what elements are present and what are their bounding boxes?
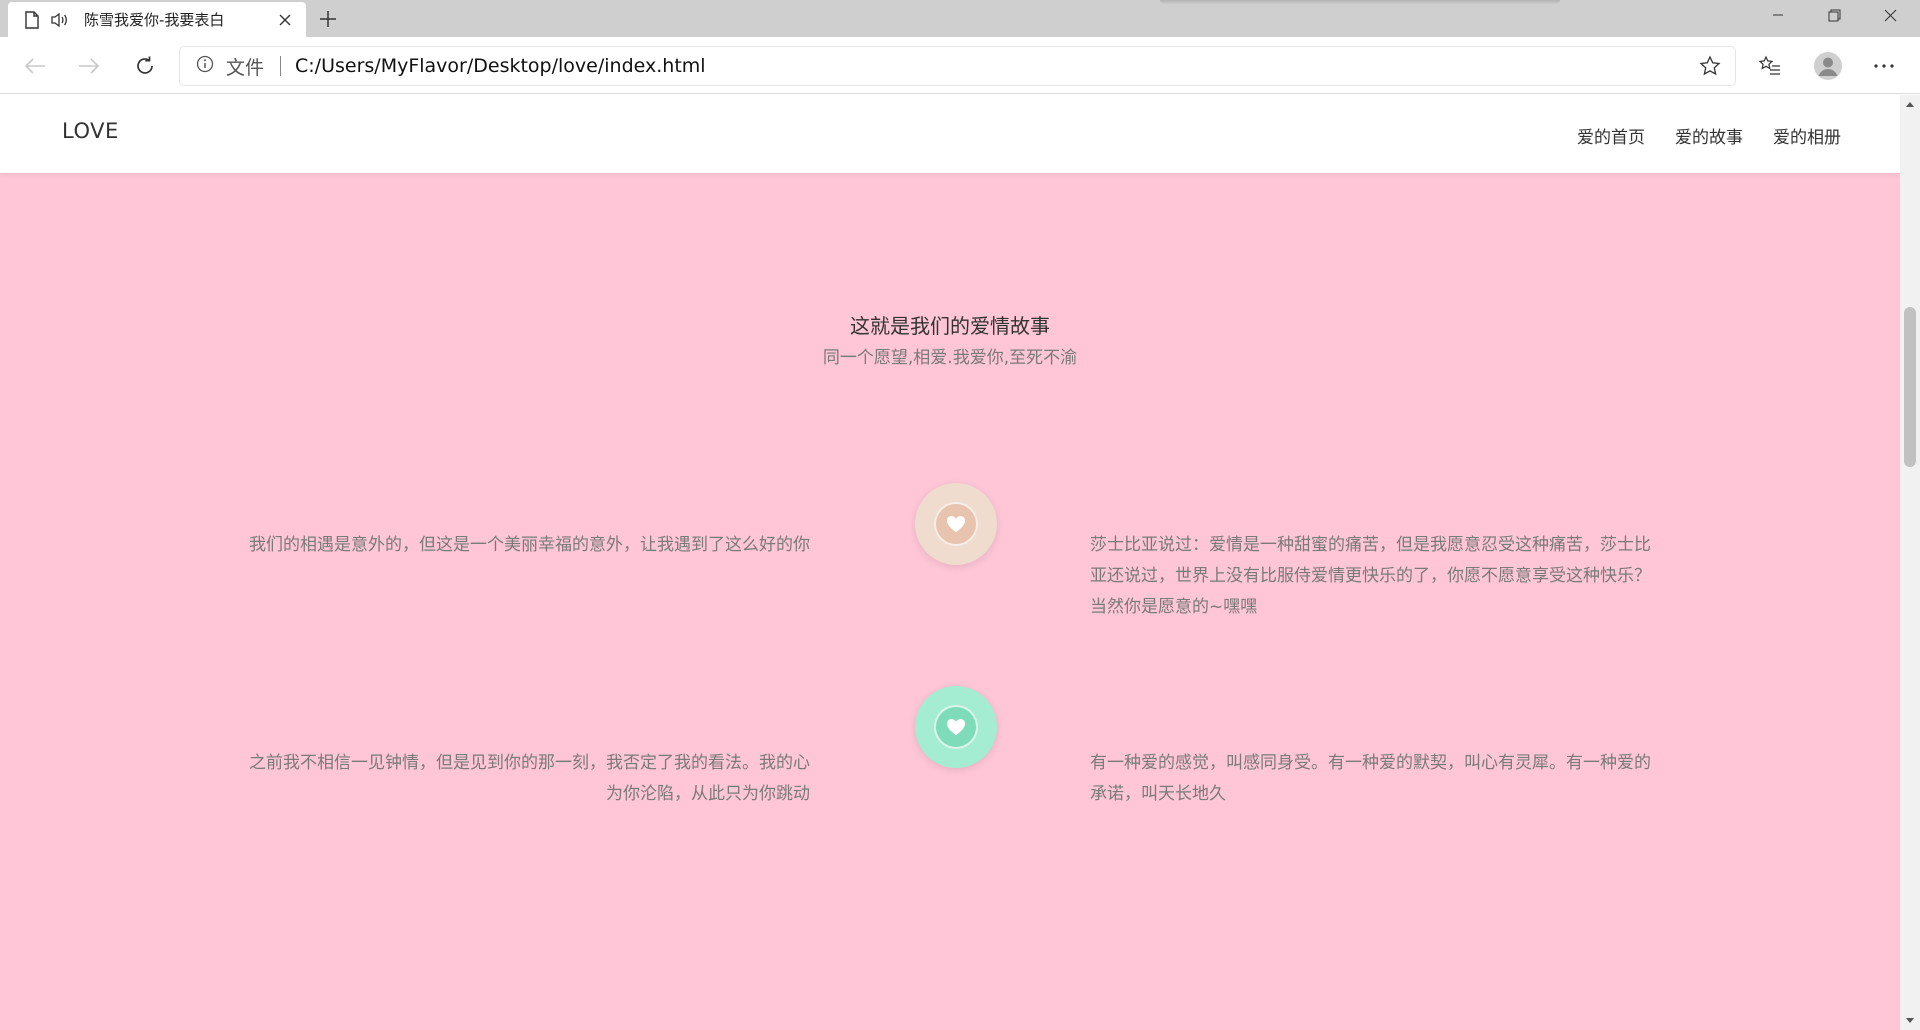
story-subtitle: 同一个愿望,相爱.我爱你,至死不渝 <box>822 348 1078 368</box>
profile-avatar-icon[interactable] <box>1810 48 1846 84</box>
heart-icon <box>947 516 965 532</box>
heart-icon <box>947 719 965 735</box>
audio-playing-icon[interactable] <box>50 10 70 30</box>
address-bar[interactable]: 文件 C:/Users/MyFlavor/Desktop/love/index.… <box>180 47 1735 85</box>
address-url[interactable]: C:/Users/MyFlavor/Desktop/love/index.htm… <box>295 55 706 77</box>
nav-home[interactable]: 爱的首页 <box>1577 123 1645 148</box>
heart-ring <box>934 705 978 749</box>
address-separator <box>280 56 282 76</box>
timeline-right-text: 莎士比亚说过：爱情是一种甜蜜的痛苦，但是我愿意忍受这种痛苦，莎士比亚还说过，世界… <box>1090 535 1651 617</box>
scroll-down-arrow-icon[interactable] <box>1900 1012 1920 1030</box>
close-tab-icon[interactable] <box>274 9 296 31</box>
page-viewport: LOVE 爱的首页 爱的故事 爱的相册 这就是我们的爱情故事 同一个愿望,相爱.… <box>0 95 1900 1030</box>
tab-title: 陈雪我爱你-我要表白 <box>84 11 225 29</box>
tab-strip: 陈雪我爱你-我要表白 <box>0 0 1920 37</box>
vertical-scrollbar[interactable] <box>1900 95 1920 1030</box>
address-scheme-label: 文件 <box>226 56 265 79</box>
restore-button[interactable] <box>1806 0 1862 30</box>
scroll-up-arrow-icon[interactable] <box>1900 95 1920 113</box>
nav-story[interactable]: 爱的故事 <box>1675 123 1743 148</box>
close-window-button[interactable] <box>1862 0 1918 30</box>
tabstrip-shadow <box>1160 0 1560 4</box>
site-logo[interactable]: LOVE <box>62 119 119 143</box>
scroll-thumb[interactable] <box>1904 307 1916 467</box>
site-nav: 爱的首页 爱的故事 爱的相册 <box>1577 123 1841 148</box>
heart-ring <box>934 502 978 546</box>
info-icon[interactable] <box>196 55 214 77</box>
timeline-heart-badge <box>915 483 997 565</box>
nav-album[interactable]: 爱的相册 <box>1773 123 1841 148</box>
story-title: 这就是我们的爱情故事 <box>850 314 1050 338</box>
timeline-left-text: 之前我不相信一见钟情，但是见到你的那一刻，我否定了我的看法。我的心为你沦陷，从此… <box>249 753 810 804</box>
forward-button[interactable] <box>71 48 107 84</box>
favorite-star-icon[interactable] <box>1699 55 1721 77</box>
browser-toolbar: 文件 C:/Users/MyFlavor/Desktop/love/index.… <box>0 37 1920 94</box>
page-icon <box>22 10 42 30</box>
refresh-button[interactable] <box>127 48 163 84</box>
new-tab-button[interactable] <box>314 5 342 33</box>
browser-tab[interactable]: 陈雪我爱你-我要表白 <box>8 2 306 37</box>
timeline-left-text: 我们的相遇是意外的，但这是一个美丽幸福的意外，让我遇到了这么好的你 <box>249 535 810 555</box>
timeline-right-text: 有一种爱的感觉，叫感同身受。有一种爱的默契，叫心有灵犀。有一种爱的承诺，叫天长地… <box>1090 753 1651 804</box>
favorites-list-icon[interactable] <box>1752 48 1788 84</box>
minimize-button[interactable] <box>1750 0 1806 30</box>
more-menu-icon[interactable] <box>1866 48 1902 84</box>
site-header: LOVE 爱的首页 爱的故事 爱的相册 <box>0 95 1900 173</box>
timeline-heart-badge <box>915 686 997 768</box>
back-button[interactable] <box>17 48 53 84</box>
